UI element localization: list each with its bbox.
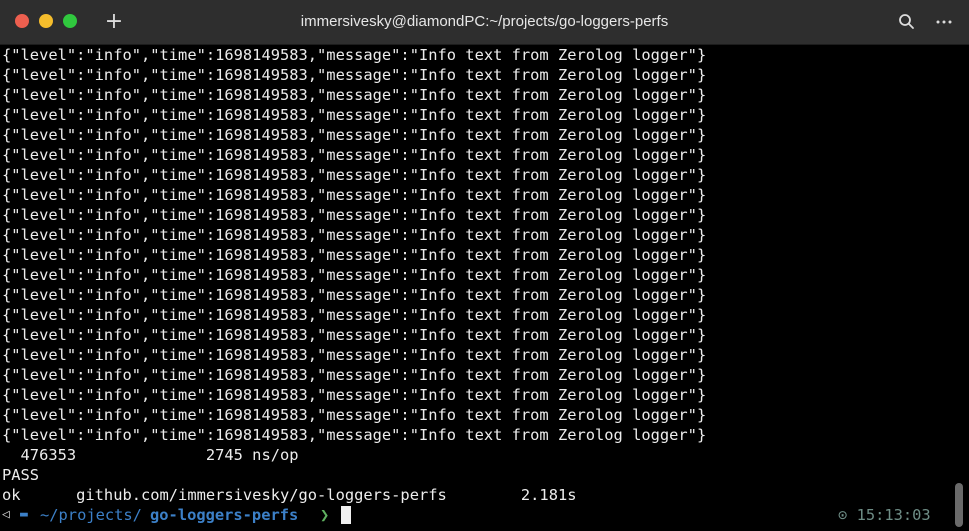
new-tab-button[interactable]: + <box>104 9 124 35</box>
benchmark-result: 476353 2745 ns/op <box>2 446 299 464</box>
log-line: {"level":"info","time":1698149583,"messa… <box>2 386 707 404</box>
folder-icon: ▬ <box>20 507 28 522</box>
vertical-scrollbar[interactable] <box>955 483 963 527</box>
log-line: {"level":"info","time":1698149583,"messa… <box>2 86 707 104</box>
prompt-time-status: ⊙ 15:13:03 <box>838 504 931 526</box>
log-line: {"level":"info","time":1698149583,"messa… <box>2 426 707 444</box>
log-line: {"level":"info","time":1698149583,"messa… <box>2 246 707 264</box>
close-icon[interactable] <box>15 14 29 28</box>
prompt-directory-prefix: ~/projects/ <box>40 506 142 524</box>
test-status: PASS <box>2 466 40 484</box>
minimize-icon[interactable] <box>39 14 53 28</box>
log-line: {"level":"info","time":1698149583,"messa… <box>2 326 707 344</box>
log-line: {"level":"info","time":1698149583,"messa… <box>2 46 707 64</box>
more-menu-icon[interactable] <box>934 12 954 32</box>
package-result: ok github.com/immersivesky/go-loggers-pe… <box>2 486 577 504</box>
log-line: {"level":"info","time":1698149583,"messa… <box>2 226 707 244</box>
prompt-arrow: ❯ <box>320 506 330 524</box>
window-title: immersivesky@diamondPC:~/projects/go-log… <box>300 13 669 30</box>
prompt-directory-name: go-loggers-perfs <box>150 506 299 524</box>
log-line: {"level":"info","time":1698149583,"messa… <box>2 66 707 84</box>
text-cursor <box>341 506 351 524</box>
title-bar: + immersivesky@diamondPC:~/projects/go-l… <box>0 0 969 45</box>
clock-icon: ⊙ <box>838 506 848 524</box>
log-line: {"level":"info","time":1698149583,"messa… <box>2 126 707 144</box>
log-line: {"level":"info","time":1698149583,"messa… <box>2 206 707 224</box>
search-icon[interactable] <box>897 12 917 32</box>
log-line: {"level":"info","time":1698149583,"messa… <box>2 106 707 124</box>
prompt-time: 15:13:03 <box>856 506 931 524</box>
log-line: {"level":"info","time":1698149583,"messa… <box>2 366 707 384</box>
maximize-icon[interactable] <box>63 14 77 28</box>
terminal-output[interactable]: {"level":"info","time":1698149583,"messa… <box>0 45 969 531</box>
log-line: {"level":"info","time":1698149583,"messa… <box>2 186 707 204</box>
shell-prompt[interactable]: ◁ ▬ ~/projects/ go-loggers-perfs ❯ ⊙ 15:… <box>0 504 969 526</box>
terminal-window: + immersivesky@diamondPC:~/projects/go-l… <box>0 0 969 531</box>
log-line: {"level":"info","time":1698149583,"messa… <box>2 266 707 284</box>
linux-icon: ◁ <box>2 507 10 522</box>
log-line: {"level":"info","time":1698149583,"messa… <box>2 286 707 304</box>
log-line: {"level":"info","time":1698149583,"messa… <box>2 146 707 164</box>
log-line: {"level":"info","time":1698149583,"messa… <box>2 406 707 424</box>
log-line: {"level":"info","time":1698149583,"messa… <box>2 166 707 184</box>
log-line: {"level":"info","time":1698149583,"messa… <box>2 306 707 324</box>
log-line: {"level":"info","time":1698149583,"messa… <box>2 346 707 364</box>
